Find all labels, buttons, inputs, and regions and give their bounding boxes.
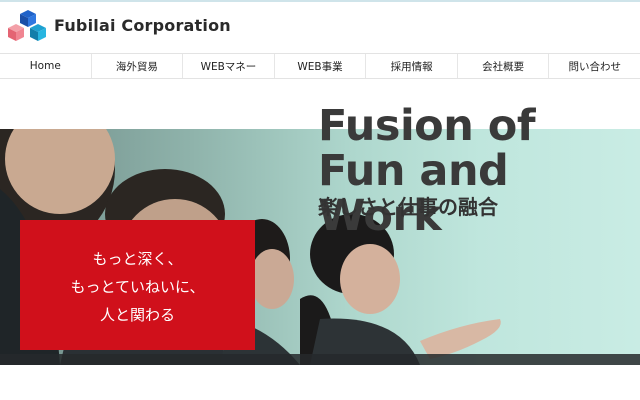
tagline-line-2: もっとていねいに、 xyxy=(70,278,205,296)
nav-item-recruit[interactable]: 採用情報 xyxy=(366,54,458,78)
nav-item-overseas-trade[interactable]: 海外貿易 xyxy=(92,54,184,78)
hero-subheadline: 楽しさと仕事の融合 xyxy=(318,195,498,219)
nav-item-web-money[interactable]: WEBマネー xyxy=(183,54,275,78)
main-nav: Home 海外貿易 WEBマネー WEB事業 採用情報 会社概要 問い合わせ xyxy=(0,53,640,79)
tagline-line-1: もっと深く、 xyxy=(92,250,183,268)
brand-name[interactable]: Fubilai Corporation xyxy=(54,16,231,35)
tagline-box: もっと深く、 もっとていねいに、 人と関わる xyxy=(20,220,255,350)
page-bottom-area xyxy=(0,365,640,400)
nav-item-contact[interactable]: 問い合わせ xyxy=(549,54,640,78)
nav-item-company[interactable]: 会社概要 xyxy=(458,54,550,78)
headline-line-1: Fusion of xyxy=(318,101,536,151)
cube-logo-icon[interactable] xyxy=(6,8,50,48)
nav-item-web-business[interactable]: WEB事業 xyxy=(275,54,367,78)
site-header: Fubilai Corporation xyxy=(0,2,640,52)
nav-item-home[interactable]: Home xyxy=(0,54,92,78)
tagline-line-3: 人と関わる xyxy=(99,306,175,324)
